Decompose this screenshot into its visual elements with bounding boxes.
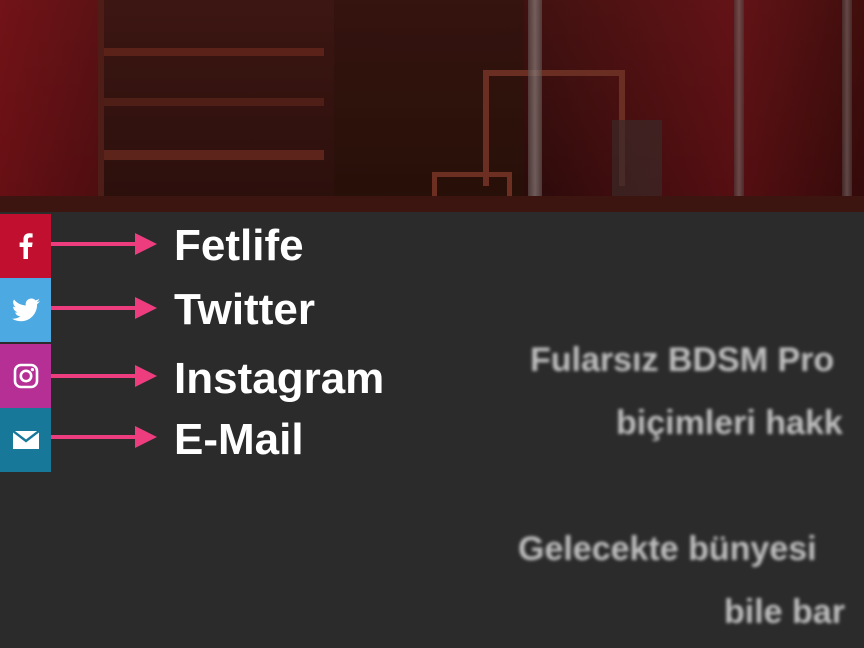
twitter-icon — [11, 298, 40, 322]
arrow-icon — [51, 233, 157, 255]
facebook-icon — [19, 233, 33, 259]
email-button[interactable] — [0, 408, 51, 472]
arrow-icon — [51, 365, 157, 387]
label-fetlife: Fetlife — [174, 221, 304, 270]
hero-shelf-board — [104, 98, 324, 106]
hero-chair — [483, 70, 625, 186]
facebook-button[interactable] — [0, 214, 51, 278]
instagram-button[interactable] — [0, 344, 51, 408]
email-icon — [12, 431, 39, 449]
label-instagram: Instagram — [174, 354, 385, 403]
hero-floor — [0, 196, 864, 212]
content-text-line: Fularsız BDSM Pro — [530, 341, 835, 379]
arrow-icon — [51, 426, 157, 448]
hero-shelf-board — [104, 150, 324, 160]
hero-pole — [734, 0, 744, 212]
content-text-line: Gelecekte bünyesi — [518, 530, 817, 568]
content-text-line: bile bar — [724, 593, 845, 631]
hero-shelf-board — [104, 48, 324, 56]
arrow-icon — [51, 297, 157, 319]
hero-pole — [528, 0, 542, 212]
hero-pole — [842, 0, 852, 212]
label-twitter: Twitter — [174, 285, 315, 334]
twitter-button[interactable] — [0, 278, 51, 342]
content-text-line: biçimleri hakk — [616, 404, 843, 442]
hero-image — [0, 0, 864, 212]
label-email: E-Mail — [174, 415, 304, 464]
instagram-icon — [13, 363, 38, 389]
hero-shelf — [98, 0, 334, 212]
social-sidebar — [0, 214, 51, 472]
